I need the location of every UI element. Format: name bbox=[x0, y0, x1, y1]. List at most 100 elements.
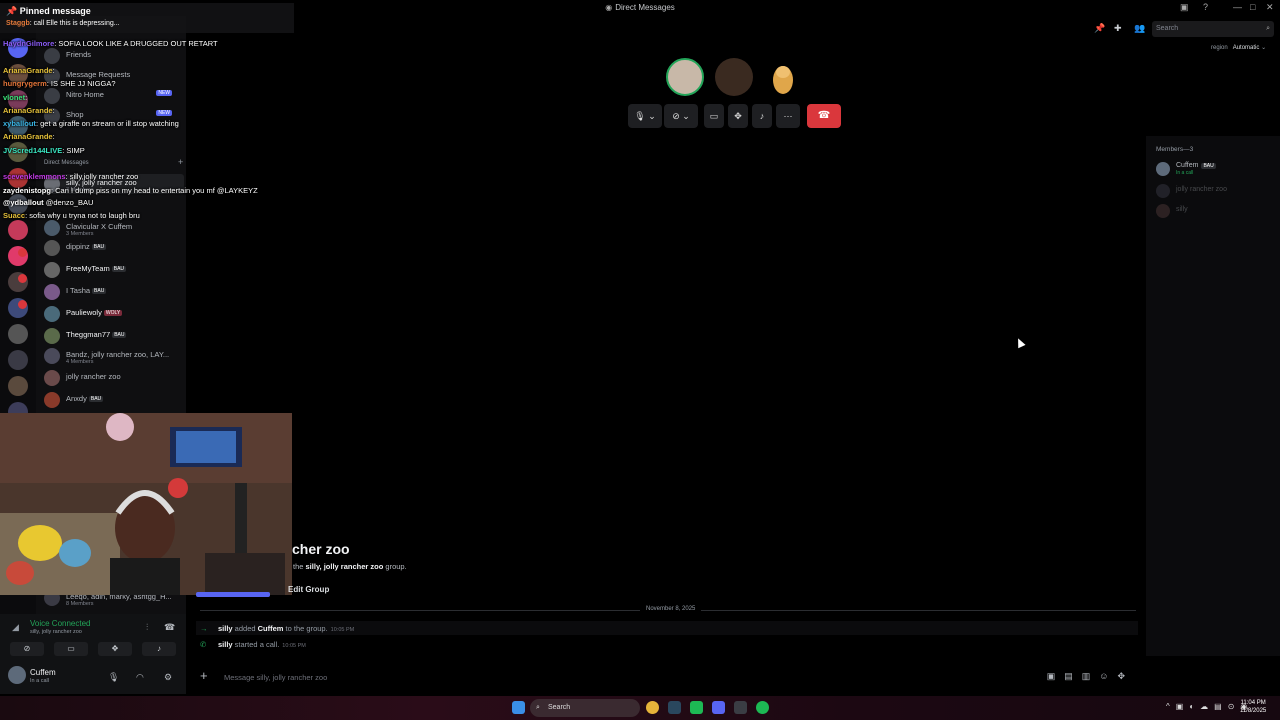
avatar bbox=[44, 306, 60, 322]
taskbar: ⌕ Search ^▣◐☁▤⊙◉ 11:04 PM 11/8/2025 bbox=[0, 696, 1280, 720]
app-icon[interactable] bbox=[734, 701, 747, 714]
start-icon[interactable] bbox=[512, 701, 525, 714]
avatar bbox=[44, 348, 60, 364]
avatar[interactable] bbox=[8, 666, 26, 684]
voice-controls: ⊘ ▭ ✥ ♪ bbox=[10, 642, 176, 656]
tag-badge: BAU bbox=[92, 288, 107, 294]
soundboard-icon[interactable]: ♪ bbox=[142, 642, 176, 656]
sidebar-item-dm[interactable]: Anxdy BAU bbox=[44, 390, 184, 410]
sidebar-item-dm[interactable]: Pauliewoly WOLY bbox=[44, 304, 184, 324]
doge-avatar-image bbox=[773, 66, 793, 94]
taskbar-search[interactable]: ⌕ Search bbox=[530, 699, 640, 717]
more-icon: ⋯ bbox=[783, 111, 793, 121]
chevron-down-icon: ⌄ bbox=[1261, 45, 1267, 51]
member-item[interactable]: jolly rancher zoo bbox=[1156, 182, 1276, 200]
chrome-icon[interactable] bbox=[646, 701, 659, 714]
invite-button[interactable] bbox=[196, 592, 270, 597]
members-panel: Members—3 Cuffem BAU In a call jolly ranc… bbox=[1146, 136, 1280, 656]
sidebar-item-group[interactable]: Bandz, jolly rancher zoo, LAY... 4 Membe… bbox=[44, 346, 184, 366]
microphone-toggle[interactable]: 🎙 ⌄ bbox=[628, 104, 662, 128]
server-icon[interactable] bbox=[8, 376, 28, 396]
members-list-icon[interactable]: 👥 bbox=[1134, 23, 1145, 34]
tag-badge: BAU bbox=[91, 244, 107, 250]
chat-message: Suacc: sofia why u tryna not to laugh br… bbox=[3, 211, 140, 220]
microphone-icon[interactable]: 🎙 bbox=[108, 672, 119, 683]
avatar bbox=[44, 240, 60, 256]
chevron-down-icon[interactable]: ⌄ bbox=[682, 111, 690, 121]
sidebar-item-dm[interactable]: I Tasha BAU bbox=[44, 282, 184, 302]
noise-suppression-icon[interactable]: ⫶ bbox=[146, 622, 148, 633]
close-button[interactable]: ✕ bbox=[1266, 2, 1274, 13]
member-item[interactable]: Cuffem BAU In a call bbox=[1156, 160, 1276, 178]
tag-badge: BAU bbox=[1201, 163, 1216, 169]
activities-icon[interactable]: ✥ bbox=[98, 642, 132, 656]
activities-button[interactable]: ✥ bbox=[728, 104, 748, 128]
input-tool-icons[interactable]: ▣▤▥☺✥ bbox=[1047, 671, 1134, 682]
participant-avatar[interactable] bbox=[715, 58, 753, 96]
participant-avatar[interactable] bbox=[764, 58, 802, 96]
screen-share-icon[interactable]: ▭ bbox=[54, 642, 88, 656]
settings-icon[interactable]: ⚙ bbox=[164, 672, 172, 683]
channel-title: cher zoo bbox=[292, 541, 350, 557]
tag-badge: BAU bbox=[111, 266, 127, 272]
help-icon[interactable]: ? bbox=[1203, 2, 1208, 12]
inbox-icon[interactable]: ▣ bbox=[1180, 2, 1189, 13]
sidebar-item-dm[interactable]: FreeMyTeam BAU bbox=[44, 260, 184, 280]
tag-badge: BAU bbox=[112, 332, 127, 338]
sidebar-item-dm[interactable]: jolly rancher zoo bbox=[44, 368, 184, 388]
add-attachment-icon[interactable]: + bbox=[200, 668, 208, 683]
dm-icon: ◉ bbox=[605, 3, 613, 12]
disconnect-icon[interactable]: ☎ bbox=[164, 622, 175, 633]
server-icon[interactable] bbox=[8, 350, 28, 370]
screen-share-icon: ▭ bbox=[709, 111, 719, 121]
search-icon: ⌕ bbox=[1266, 25, 1270, 32]
sidebar-item-dm[interactable]: dippinz BAU bbox=[44, 238, 184, 258]
signal-icon: ◢ bbox=[12, 622, 19, 632]
unread-badge bbox=[18, 248, 27, 257]
server-icon[interactable] bbox=[8, 324, 28, 344]
edit-group-button[interactable]: Edit Group bbox=[288, 585, 329, 594]
pinned-message[interactable]: 📌 Pinned message Staggb: call Elle this … bbox=[0, 3, 294, 33]
clock[interactable]: 11:04 PM 11/8/2025 bbox=[1240, 699, 1266, 715]
steam-icon[interactable] bbox=[668, 701, 681, 714]
message-input[interactable]: + Message silly, jolly rancher zoo ▣▤▥☺✥ bbox=[196, 666, 1140, 688]
chat-message: xyballout: get a giraffe on stream or il… bbox=[3, 119, 179, 128]
headphones-icon[interactable]: ◠ bbox=[136, 672, 144, 683]
avatar bbox=[44, 328, 60, 344]
member-item[interactable]: silly bbox=[1156, 202, 1276, 220]
minimize-button[interactable]: — bbox=[1233, 2, 1242, 12]
camera-toggle[interactable]: ⊘ ⌄ bbox=[664, 104, 698, 128]
discord-icon[interactable] bbox=[712, 701, 725, 714]
pin-icon[interactable]: 📌 bbox=[1094, 23, 1105, 34]
soundboard-button[interactable]: ♪ bbox=[752, 104, 772, 128]
chat-message: @ydballout @denzo_BAU bbox=[3, 198, 94, 207]
call-controls: 🎙 ⌄ ⊘ ⌄ ▭ ✥ ♪ ⋯ bbox=[628, 104, 808, 128]
add-friends-icon[interactable]: ✚ bbox=[1114, 23, 1122, 34]
avatar bbox=[44, 392, 60, 408]
camera-off-icon[interactable]: ⊘ bbox=[10, 642, 44, 656]
phone-icon: ✆ bbox=[200, 640, 207, 649]
chevron-down-icon[interactable]: ⌄ bbox=[648, 111, 656, 121]
system-message: → silly added Cuffem to the group. 10:05 P… bbox=[200, 624, 355, 633]
search-input[interactable]: Search ⌕ bbox=[1152, 21, 1274, 37]
microphone-icon: 🎙 bbox=[634, 111, 646, 121]
chat-message: ArianaGrande: bbox=[3, 66, 55, 75]
chat-message: vlonet: bbox=[3, 93, 28, 102]
screen-share-button[interactable]: ▭ bbox=[704, 104, 724, 128]
hangup-button[interactable]: ☎ bbox=[807, 104, 841, 128]
sidebar-item-dm[interactable]: Theggman77 BAU bbox=[44, 326, 184, 346]
more-options-button[interactable]: ⋯ bbox=[776, 104, 800, 128]
spotify-icon[interactable] bbox=[756, 701, 769, 714]
chat-message: ArianaGrande: bbox=[3, 106, 55, 115]
participant-avatar[interactable] bbox=[666, 58, 704, 96]
activities-icon: ✥ bbox=[734, 111, 742, 121]
camera-off-icon: ⊘ bbox=[672, 111, 680, 121]
chat-message: HaydnGilmore: SOFIA LOOK LIKE A DRUGGED … bbox=[3, 39, 218, 48]
maximize-button[interactable]: □ bbox=[1250, 2, 1255, 12]
chat-message: JVScred144LIVE: SIMP bbox=[3, 146, 85, 155]
tag-badge: WOLY bbox=[103, 310, 123, 316]
avatar bbox=[44, 262, 60, 278]
webcam-overlay bbox=[0, 413, 292, 595]
app-icon[interactable] bbox=[690, 701, 703, 714]
region-selector[interactable]: region Automatic ⌄ bbox=[1211, 44, 1266, 51]
